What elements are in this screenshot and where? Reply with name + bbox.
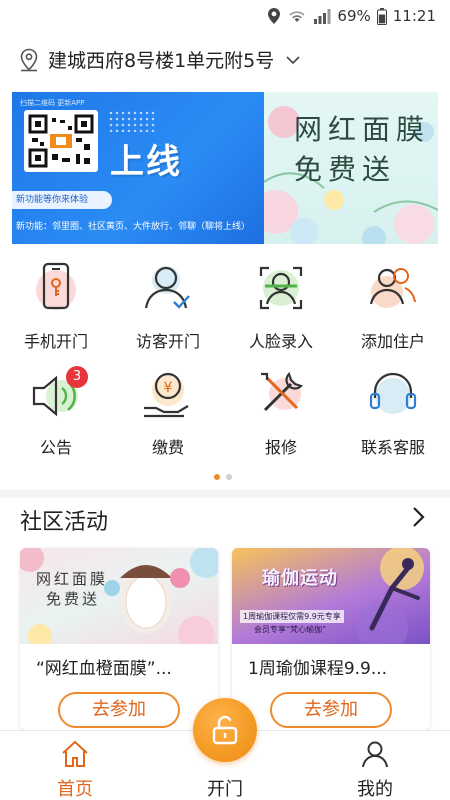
- notification-badge: 3: [66, 366, 88, 388]
- qr-code-icon: [28, 114, 94, 168]
- wifi-icon: [289, 11, 305, 22]
- banner-top-tag: 扫描二维码 更新APP: [20, 99, 85, 107]
- activity-card[interactable]: 瑜伽运动 1周瑜伽课程仅需9.9元专享 会员专享“梵心瑜伽” 1周瑜伽课程9.9…: [232, 548, 430, 730]
- activity-image: 瑜伽运动 1周瑜伽课程仅需9.9元专享 会员专享“梵心瑜伽”: [232, 548, 430, 644]
- grid-item-label: 手机开门: [23, 332, 88, 351]
- unlock-icon: [212, 715, 238, 745]
- grid-item-payment[interactable]: ¥ 缴费: [112, 364, 224, 460]
- banner-headline: 上线: [110, 142, 182, 182]
- face-scan-icon: [251, 258, 311, 318]
- svg-text:¥: ¥: [164, 380, 173, 396]
- grid-item-customer-service[interactable]: 联系客服: [337, 364, 449, 460]
- grid-item-label: 公告: [39, 438, 72, 457]
- headset-icon: [363, 364, 423, 424]
- activity-image-text2: 免费送: [46, 590, 101, 608]
- add-resident-icon: [363, 258, 423, 318]
- grid-item-label: 联系客服: [360, 438, 425, 457]
- page-dot: [226, 474, 232, 480]
- grid-item-label: 人脸录入: [248, 332, 313, 351]
- section-divider: [0, 490, 450, 498]
- banner-pill: 新功能等你来体验: [12, 191, 112, 209]
- activity-title: 1周瑜伽课程9.9...: [248, 659, 388, 679]
- activity-image-text2: 1周瑜伽课程仅需9.9元专享: [240, 610, 344, 623]
- grid-item-label: 缴费: [151, 438, 184, 457]
- grid-item-repair[interactable]: 报修: [225, 364, 337, 460]
- repair-icon: [251, 364, 311, 424]
- address-selector[interactable]: 建城西府8号楼1单元附5号: [18, 46, 300, 73]
- open-door-button[interactable]: [193, 698, 257, 762]
- clock: 11:21: [392, 7, 436, 25]
- grid-item-phone-unlock[interactable]: 手机开门: [0, 258, 112, 354]
- join-button[interactable]: 去参加: [270, 692, 392, 728]
- nav-mine[interactable]: 我的: [320, 731, 430, 800]
- banner-right-line2: 免费送: [294, 153, 397, 186]
- signal-icon: [314, 9, 331, 24]
- promo-banner[interactable]: 扫描二维码 更新APP 上线 新功能等你来体验 新功能：邻里圈、社区黄页、大件放…: [12, 92, 438, 244]
- chevron-down-icon: [286, 55, 300, 64]
- grid-item-announcement[interactable]: 3 公告: [0, 364, 112, 460]
- visitor-icon: [138, 258, 198, 318]
- chevron-right-icon[interactable]: [412, 506, 426, 528]
- status-bar: 69% 11:21: [0, 0, 450, 32]
- activity-image-text1: 瑜伽运动: [262, 568, 338, 589]
- grid-item-label: 添加住户: [360, 332, 425, 351]
- activity-title: “网红血橙面膜”...: [36, 659, 172, 679]
- banner-slide-mask-promo[interactable]: 网红面膜 免费送: [264, 92, 438, 244]
- address-text: 建城西府8号楼1单元附5号: [48, 50, 275, 72]
- speaker-icon: 3: [26, 364, 88, 424]
- nav-open-label: 开门: [207, 779, 243, 800]
- nav-mine-label: 我的: [357, 779, 393, 800]
- section-title: 社区活动: [20, 510, 109, 535]
- grid-item-add-resident[interactable]: 添加住户: [337, 258, 449, 354]
- decorative-dots: [108, 110, 156, 132]
- activity-image: 网红面膜 免费送: [20, 548, 218, 644]
- banner-right-line1: 网红面膜: [294, 113, 431, 146]
- banner-slide-app-launch[interactable]: 扫描二维码 更新APP 上线 新功能等你来体验 新功能：邻里圈、社区黄页、大件放…: [12, 92, 264, 244]
- activity-image-text3: 会员专享“梵心瑜伽”: [254, 625, 327, 634]
- grid-page-indicator: [214, 474, 232, 480]
- payment-icon: ¥: [138, 364, 198, 424]
- grid-item-label: 报修: [264, 438, 297, 457]
- location-icon: [268, 8, 281, 24]
- banner-features: 新功能：邻里圈、社区黄页、大件放行、邻聊（聊将上线）: [16, 222, 251, 232]
- grid-item-face-enroll[interactable]: 人脸录入: [225, 258, 337, 354]
- nav-home[interactable]: 首页: [20, 731, 130, 800]
- battery-icon: [376, 7, 387, 25]
- activity-card[interactable]: 网红面膜 免费送 “网红血橙面膜”... 去参加: [20, 548, 218, 730]
- activity-image-text1: 网红面膜: [36, 570, 109, 588]
- phone-key-icon: [26, 258, 86, 318]
- grid-item-visitor-unlock[interactable]: 访客开门: [112, 258, 224, 354]
- grid-item-label: 访客开门: [135, 332, 200, 351]
- battery-percent: 69%: [337, 7, 371, 25]
- location-pin-icon: [20, 48, 38, 71]
- page-dot-active: [214, 474, 220, 480]
- home-icon: [62, 740, 88, 767]
- user-icon: [362, 741, 388, 768]
- nav-home-label: 首页: [57, 779, 93, 800]
- join-button[interactable]: 去参加: [58, 692, 180, 728]
